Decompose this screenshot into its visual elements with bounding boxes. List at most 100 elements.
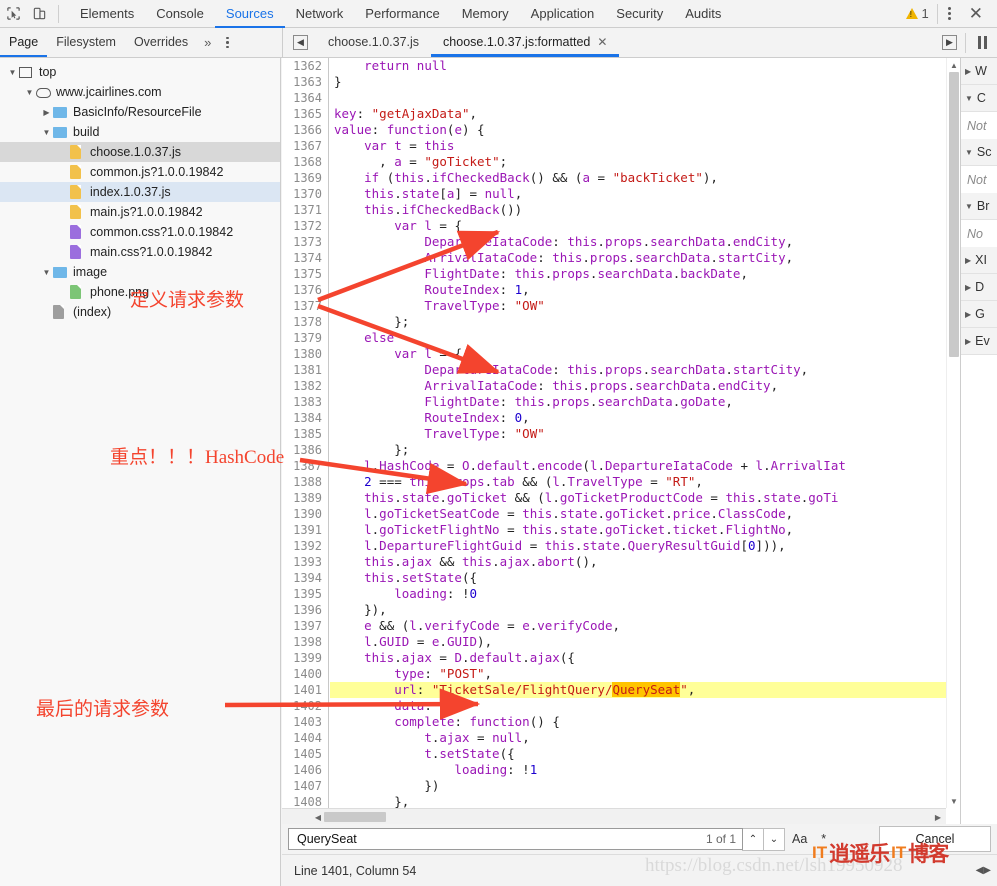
editor-tab-choose[interactable]: choose.1.0.37.js [316, 28, 431, 57]
debugger-section-sc[interactable]: ▼ Sc [961, 139, 997, 166]
editor-tab-choose-formatted[interactable]: choose.1.0.37.js:formatted ✕ [431, 28, 619, 57]
code-line[interactable]: e && (l.verifyCode = e.verifyCode, [330, 618, 960, 634]
tree-item-build[interactable]: ▼ build [0, 122, 280, 142]
line-number[interactable]: 1364 [282, 90, 328, 106]
line-number[interactable]: 1385 [282, 426, 328, 442]
nav-tab-filesystem[interactable]: Filesystem [47, 28, 125, 57]
file-navigator-tree[interactable]: ▼ top ▼ www.jcairlines.com ▶ BasicInfo/Resour… [0, 58, 281, 886]
tab-elements[interactable]: Elements [69, 0, 145, 28]
chevron-right-icon[interactable]: ▶ [965, 67, 971, 76]
code-line[interactable]: ArrivalIataCode: this.props.searchData.e… [330, 378, 960, 394]
tree-item-common-css-1-0-0-19842[interactable]: common.css?1.0.0.19842 [0, 222, 280, 242]
line-number[interactable]: 1365 [282, 106, 328, 122]
line-number[interactable]: 1389 [282, 490, 328, 506]
chevron-right-icon[interactable]: ▶ [965, 283, 971, 292]
code-line[interactable]: var l = { [330, 218, 960, 234]
code-line[interactable]: 2 === this.props.tab && (l.TravelType = … [330, 474, 960, 490]
chevron-down-icon[interactable]: ▼ [965, 148, 973, 157]
line-number[interactable]: 1388 [282, 474, 328, 490]
code-line[interactable]: this.setState({ [330, 570, 960, 586]
chevron-right-icon[interactable]: » [197, 35, 218, 50]
nav-tab-page[interactable]: Page [0, 28, 47, 57]
code-line[interactable]: complete: function() { [330, 714, 960, 730]
line-number[interactable]: 1391 [282, 522, 328, 538]
line-number[interactable]: 1406 [282, 762, 328, 778]
line-number[interactable]: 1393 [282, 554, 328, 570]
line-number[interactable]: 1383 [282, 394, 328, 410]
code-line[interactable]: var t = this [330, 138, 960, 154]
code-line[interactable]: type: "POST", [330, 666, 960, 682]
code-line[interactable]: loading: !1 [330, 762, 960, 778]
code-line[interactable]: TravelType: "OW" [330, 298, 960, 314]
chevron-right-icon[interactable]: ▶ [965, 256, 971, 265]
line-number[interactable]: 1366 [282, 122, 328, 138]
chevron-down-icon[interactable]: ▼ [40, 128, 53, 137]
code-line[interactable]: }; [330, 442, 960, 458]
line-number[interactable]: 1384 [282, 410, 328, 426]
line-number[interactable]: 1376 [282, 282, 328, 298]
code-line-highlighted[interactable]: url: "TicketSale/FlightQuery/QuerySeat", [330, 682, 960, 698]
code-line[interactable]: }), [330, 602, 960, 618]
chevron-right-icon[interactable]: ▶ [965, 337, 971, 346]
code-line[interactable]: DepartureIataCode: this.props.searchData… [330, 362, 960, 378]
line-number[interactable]: 1381 [282, 362, 328, 378]
code-line[interactable]: ArrivalIataCode: this.props.searchData.s… [330, 250, 960, 266]
code-line[interactable]: loading: !0 [330, 586, 960, 602]
tree-item-top[interactable]: ▼ top [0, 62, 280, 82]
debugger-section-d[interactable]: ▶ D [961, 274, 997, 301]
line-number[interactable]: 1402 [282, 698, 328, 714]
code-line[interactable]: RouteIndex: 0, [330, 410, 960, 426]
code-line[interactable]: this.ajax = D.default.ajax({ [330, 650, 960, 666]
code-line[interactable]: t.setState({ [330, 746, 960, 762]
code-line[interactable]: var l = { [330, 346, 960, 362]
tree-item-main-css-1-0-0-19842[interactable]: main.css?1.0.0.19842 [0, 242, 280, 262]
tree-item-www-jcairlines-com[interactable]: ▼ www.jcairlines.com [0, 82, 280, 102]
tree-item-basicinfo-resourcefile[interactable]: ▶ BasicInfo/ResourceFile [0, 102, 280, 122]
editor-vertical-scrollbar[interactable]: ▲ ▼ [946, 58, 960, 808]
tree-item-image[interactable]: ▼ image [0, 262, 280, 282]
pause-script-icon[interactable] [966, 36, 997, 49]
code-line[interactable]: DepartureIataCode: this.props.searchData… [330, 234, 960, 250]
tab-sources[interactable]: Sources [215, 0, 285, 28]
device-toolbar-icon[interactable] [26, 1, 52, 27]
line-number[interactable]: 1371 [282, 202, 328, 218]
line-number[interactable]: 1407 [282, 778, 328, 794]
code-line[interactable]: this.state.goTicket && (l.goTicketProduc… [330, 490, 960, 506]
horizontal-scroll-thumb[interactable] [324, 812, 386, 822]
line-number[interactable]: 1400 [282, 666, 328, 682]
line-number[interactable]: 1392 [282, 538, 328, 554]
debugger-section-ev[interactable]: ▶ Ev [961, 328, 997, 355]
line-number[interactable]: 1363 [282, 74, 328, 90]
search-prev-button[interactable]: ⌃ [742, 827, 764, 851]
line-number[interactable]: 1387 [282, 458, 328, 474]
tree-item-common-js-1-0-0-19842[interactable]: common.js?1.0.0.19842 [0, 162, 280, 182]
line-number[interactable]: 1379 [282, 330, 328, 346]
code-line[interactable]: FlightDate: this.props.searchData.goDate… [330, 394, 960, 410]
line-number[interactable]: 1401 [282, 682, 328, 698]
chevron-down-icon[interactable]: ▼ [965, 202, 973, 211]
line-number[interactable]: 1396 [282, 602, 328, 618]
code-line[interactable]: this.ifCheckedBack()) [330, 202, 960, 218]
tree-item-index-1-0-37-js[interactable]: index.1.0.37.js [0, 182, 280, 202]
line-number[interactable]: 1362 [282, 58, 328, 74]
line-number[interactable]: 1398 [282, 634, 328, 650]
line-number[interactable]: 1373 [282, 234, 328, 250]
match-case-toggle[interactable]: Aa [785, 832, 814, 846]
line-number[interactable]: 1369 [282, 170, 328, 186]
line-number[interactable]: 1372 [282, 218, 328, 234]
line-number[interactable]: 1375 [282, 266, 328, 282]
line-number[interactable]: 1378 [282, 314, 328, 330]
code-line[interactable] [330, 90, 960, 106]
code-line[interactable]: else [330, 330, 960, 346]
line-number[interactable]: 1403 [282, 714, 328, 730]
tab-application[interactable]: Application [520, 0, 606, 28]
code-line[interactable]: }) [330, 778, 960, 794]
code-line[interactable]: value: function(e) { [330, 122, 960, 138]
code-line[interactable]: key: "getAjaxData", [330, 106, 960, 122]
line-number[interactable]: 1395 [282, 586, 328, 602]
code-line[interactable]: TravelType: "OW" [330, 426, 960, 442]
code-line[interactable]: t.ajax = null, [330, 730, 960, 746]
line-number[interactable]: 1374 [282, 250, 328, 266]
code-line[interactable]: this.state[a] = null, [330, 186, 960, 202]
resize-handle-icon[interactable]: ◀▶ [976, 865, 997, 876]
